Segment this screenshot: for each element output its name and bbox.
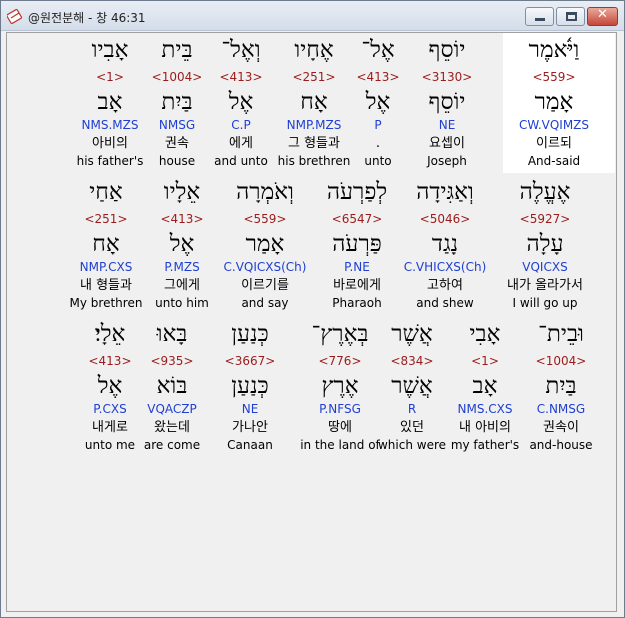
korean-gloss: 이르기를 <box>241 278 289 293</box>
morphology-code: P.CXS <box>93 402 127 416</box>
english-gloss: I will go up <box>512 296 578 310</box>
hebrew-root: אֶרֶץ <box>321 373 359 399</box>
hebrew-root: אָח <box>92 231 120 257</box>
interlinear-panel: וַיֹּ֫אמֶר <559> אָמַר CW.VQIMZS 이르되 And-said… <box>6 32 617 612</box>
hebrew-word: אֵלָי׃ <box>94 321 126 347</box>
hebrew-word: וְאֹמְרָה <box>236 179 294 205</box>
window-title: @원전분해 - 창 46:31 <box>28 11 146 25</box>
korean-gloss: 고하여 <box>427 278 463 293</box>
hebrew-root: נָגַד <box>431 231 459 257</box>
hebrew-word: וְאַגִּידָה <box>416 179 474 205</box>
morphology-code: P.NE <box>344 260 370 274</box>
english-gloss: his father's <box>76 154 144 168</box>
hebrew-word: אֶעֱלֶה <box>519 179 571 205</box>
morphology-code: VQICXS <box>522 260 568 274</box>
close-icon: ✕ <box>597 7 608 22</box>
strong-number: <251> <box>84 212 128 226</box>
morphology-code: C.VHICXS(Ch) <box>403 260 487 274</box>
english-gloss: Pharaoh <box>332 296 382 310</box>
maximize-icon <box>566 12 577 21</box>
close-button[interactable]: ✕ <box>587 7 618 26</box>
hebrew-word: לְפַרְעֹה <box>326 179 388 205</box>
strong-number: <5046> <box>419 212 471 226</box>
english-gloss: and shew <box>416 296 474 310</box>
english-gloss: in the land of <box>300 438 380 452</box>
english-gloss: And-said <box>527 154 581 168</box>
title-bar[interactable]: @원전분해 - 창 46:31 ✕ <box>1 1 624 31</box>
morphology-code: P.NFSG <box>319 402 361 416</box>
korean-gloss: 내가 올라가서 <box>507 278 583 293</box>
strong-number: <6547> <box>331 212 383 226</box>
korean-gloss: 이르되 <box>536 136 572 151</box>
morphology-code: CW.VQIMZS <box>518 118 590 132</box>
hebrew-root: אָמַר <box>245 231 285 257</box>
minimize-icon <box>535 18 545 21</box>
english-gloss: and say <box>241 296 289 310</box>
morphology-code: NMS.MZS <box>81 118 139 132</box>
english-gloss: unto me <box>84 438 136 452</box>
hebrew-root: פַּרְעֹה <box>332 231 382 257</box>
maximize-button[interactable] <box>556 7 585 26</box>
english-gloss: My brethren <box>69 296 143 310</box>
hebrew-root: אָב <box>97 89 123 115</box>
app-window: @원전분해 - 창 46:31 ✕ וַיֹּ֫אמֶר <559> אָמַר CW… <box>0 0 625 618</box>
hebrew-word: וַיֹּ֫אמֶר <box>528 37 580 63</box>
korean-gloss: 땅에 <box>328 420 352 435</box>
strong-number: <5927> <box>519 212 571 226</box>
app-icon <box>7 8 23 24</box>
strong-number: <413> <box>88 354 132 368</box>
morphology-code: NMP.CXS <box>79 260 133 274</box>
strong-number: <1> <box>96 70 124 84</box>
hebrew-word: אַחַי <box>89 179 123 205</box>
korean-gloss: 내게로 <box>92 420 128 435</box>
strong-number: <559> <box>243 212 287 226</box>
hebrew-root: אֶל <box>97 373 123 399</box>
hebrew-word: בְּאֶרֶץ־ <box>311 321 369 347</box>
korean-gloss: 바로에게 <box>333 278 381 293</box>
minimize-button[interactable] <box>525 7 554 26</box>
morphology-code: C.VQICXS(Ch) <box>223 260 307 274</box>
strong-number: <776> <box>318 354 362 368</box>
korean-gloss: 아비의 <box>92 136 128 151</box>
hebrew-root: אָמַר <box>534 89 574 115</box>
korean-gloss: 내 형들과 <box>80 278 132 293</box>
strong-number: <559> <box>532 70 576 84</box>
hebrew-word: אָבִיו <box>91 37 129 63</box>
hebrew-root: עָלָה <box>526 231 564 257</box>
